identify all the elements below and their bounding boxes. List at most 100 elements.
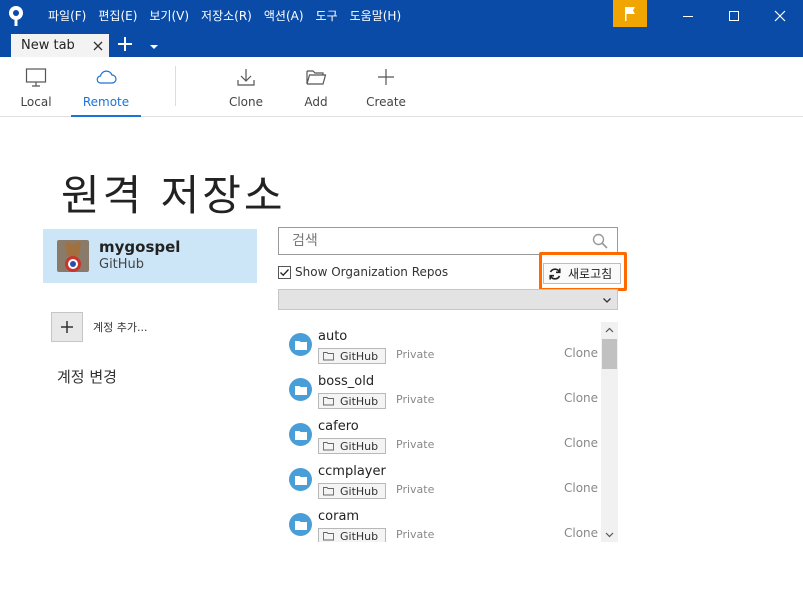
folder-open-icon bbox=[306, 70, 327, 85]
repo-host-badge: GitHub bbox=[318, 348, 386, 364]
folder-icon bbox=[289, 423, 312, 446]
cloud-icon bbox=[96, 70, 117, 84]
notification-flag-button[interactable] bbox=[613, 0, 647, 27]
chevron-down-icon bbox=[603, 297, 611, 303]
menu-actions[interactable]: 액션(A) bbox=[258, 0, 310, 32]
page-title: 원격 저장소 bbox=[61, 171, 286, 220]
clone-link[interactable]: Clone bbox=[564, 481, 598, 495]
checkbox[interactable] bbox=[278, 265, 291, 279]
repo-visibility: Private bbox=[396, 348, 435, 361]
menu-view[interactable]: 보기(V) bbox=[143, 0, 195, 32]
tab-close-icon[interactable] bbox=[91, 39, 105, 53]
repo-host-badge: GitHub bbox=[318, 528, 386, 542]
list-item[interactable]: auto GitHub Private Clone bbox=[278, 322, 600, 367]
monitor-icon bbox=[25, 68, 47, 87]
scroll-up-button[interactable] bbox=[601, 322, 618, 337]
add-button[interactable]: Add bbox=[298, 57, 334, 117]
clone-label: Clone bbox=[228, 95, 264, 109]
sourcetree-logo-icon bbox=[0, 0, 32, 32]
folder-icon bbox=[323, 352, 334, 361]
repo-list: auto GitHub Private Clone boss_old GitHu… bbox=[278, 322, 618, 542]
repo-name: cafero bbox=[318, 419, 359, 434]
folder-icon bbox=[289, 333, 312, 356]
tab-label: New tab bbox=[21, 38, 75, 53]
active-tab-indicator bbox=[71, 115, 141, 117]
download-icon bbox=[237, 69, 255, 86]
repo-visibility: Private bbox=[396, 483, 435, 496]
search-input[interactable] bbox=[279, 233, 591, 249]
folder-icon bbox=[289, 513, 312, 536]
folder-icon bbox=[323, 532, 334, 541]
folder-icon bbox=[289, 378, 312, 401]
tab-dropdown-button[interactable] bbox=[148, 38, 160, 50]
folder-icon bbox=[323, 442, 334, 451]
maximize-icon bbox=[729, 11, 739, 21]
plus-icon bbox=[378, 69, 394, 85]
add-tab-button[interactable] bbox=[116, 35, 134, 53]
repo-name: ccmplayer bbox=[318, 464, 386, 479]
scroll-thumb[interactable] bbox=[602, 339, 617, 369]
account-card[interactable]: mygospel GitHub bbox=[43, 229, 257, 283]
title-bar: 파일(F) 편집(E) 보기(V) 저장소(R) 액션(A) 도구 도움말(H) bbox=[0, 0, 803, 32]
repo-visibility: Private bbox=[396, 393, 435, 406]
local-button[interactable]: Local bbox=[14, 57, 58, 117]
plus-icon bbox=[61, 321, 73, 333]
folder-icon bbox=[289, 468, 312, 491]
remote-button[interactable]: Remote bbox=[71, 57, 141, 117]
clone-link[interactable]: Clone bbox=[564, 526, 598, 540]
repo-visibility: Private bbox=[396, 438, 435, 451]
repo-list-scrollbar[interactable] bbox=[601, 322, 618, 542]
account-host: GitHub bbox=[99, 257, 145, 272]
clone-link[interactable]: Clone bbox=[564, 346, 598, 360]
remote-label: Remote bbox=[82, 95, 130, 109]
avatar bbox=[57, 240, 89, 272]
list-item[interactable]: boss_old GitHub Private Clone bbox=[278, 367, 600, 412]
add-account-button[interactable] bbox=[51, 312, 83, 342]
list-item[interactable]: cafero GitHub Private Clone bbox=[278, 412, 600, 457]
menu-help[interactable]: 도움말(H) bbox=[344, 0, 408, 32]
add-account-label[interactable]: 계정 추가... bbox=[93, 319, 147, 335]
menu-file[interactable]: 파일(F) bbox=[42, 0, 92, 32]
clone-button[interactable]: Clone bbox=[226, 57, 266, 117]
repo-name: auto bbox=[318, 329, 348, 344]
caret-down-icon bbox=[150, 45, 158, 49]
minimize-icon bbox=[683, 16, 693, 17]
create-button[interactable]: Create bbox=[364, 57, 408, 117]
menu-edit[interactable]: 편집(E) bbox=[92, 0, 143, 32]
show-org-repos-label: Show Organization Repos bbox=[295, 265, 449, 279]
repo-host-badge: GitHub bbox=[318, 393, 386, 409]
folder-icon bbox=[323, 397, 334, 406]
folder-icon bbox=[323, 487, 334, 496]
clone-link[interactable]: Clone bbox=[564, 436, 598, 450]
toolbar: Local Remote Clone Add Create bbox=[0, 57, 803, 117]
show-org-repos-checkbox[interactable]: Show Organization Repos bbox=[278, 265, 448, 279]
menu-repository[interactable]: 저장소(R) bbox=[195, 0, 258, 32]
list-item[interactable]: coram GitHub Private Clone bbox=[278, 502, 600, 542]
chevron-up-icon bbox=[605, 327, 614, 332]
create-label: Create bbox=[366, 95, 406, 109]
add-label: Add bbox=[304, 95, 328, 109]
repo-name: coram bbox=[318, 509, 360, 524]
close-icon bbox=[774, 10, 786, 22]
tab-bar: New tab bbox=[0, 32, 803, 57]
toolbar-divider bbox=[175, 66, 176, 106]
repo-host-badge: GitHub bbox=[318, 438, 386, 454]
plus-icon bbox=[118, 37, 132, 51]
search-icon bbox=[592, 233, 608, 249]
add-account: 계정 추가... bbox=[51, 312, 147, 342]
menu-bar: 파일(F) 편집(E) 보기(V) 저장소(R) 액션(A) 도구 도움말(H) bbox=[42, 0, 407, 32]
search-box bbox=[278, 227, 618, 255]
clone-link[interactable]: Clone bbox=[564, 391, 598, 405]
list-item[interactable]: ccmplayer GitHub Private Clone bbox=[278, 457, 600, 502]
maximize-button[interactable] bbox=[711, 0, 757, 32]
local-label: Local bbox=[20, 95, 52, 109]
minimize-button[interactable] bbox=[665, 0, 711, 32]
account-name: mygospel bbox=[99, 238, 181, 256]
scroll-down-button[interactable] bbox=[601, 527, 618, 542]
repo-name: boss_old bbox=[318, 374, 375, 389]
close-window-button[interactable] bbox=[757, 0, 803, 32]
menu-tools[interactable]: 도구 bbox=[310, 0, 344, 32]
change-account-link[interactable]: 계정 변경 bbox=[57, 366, 117, 387]
tab-new[interactable]: New tab bbox=[11, 34, 109, 57]
repo-filter-select[interactable] bbox=[278, 289, 618, 310]
